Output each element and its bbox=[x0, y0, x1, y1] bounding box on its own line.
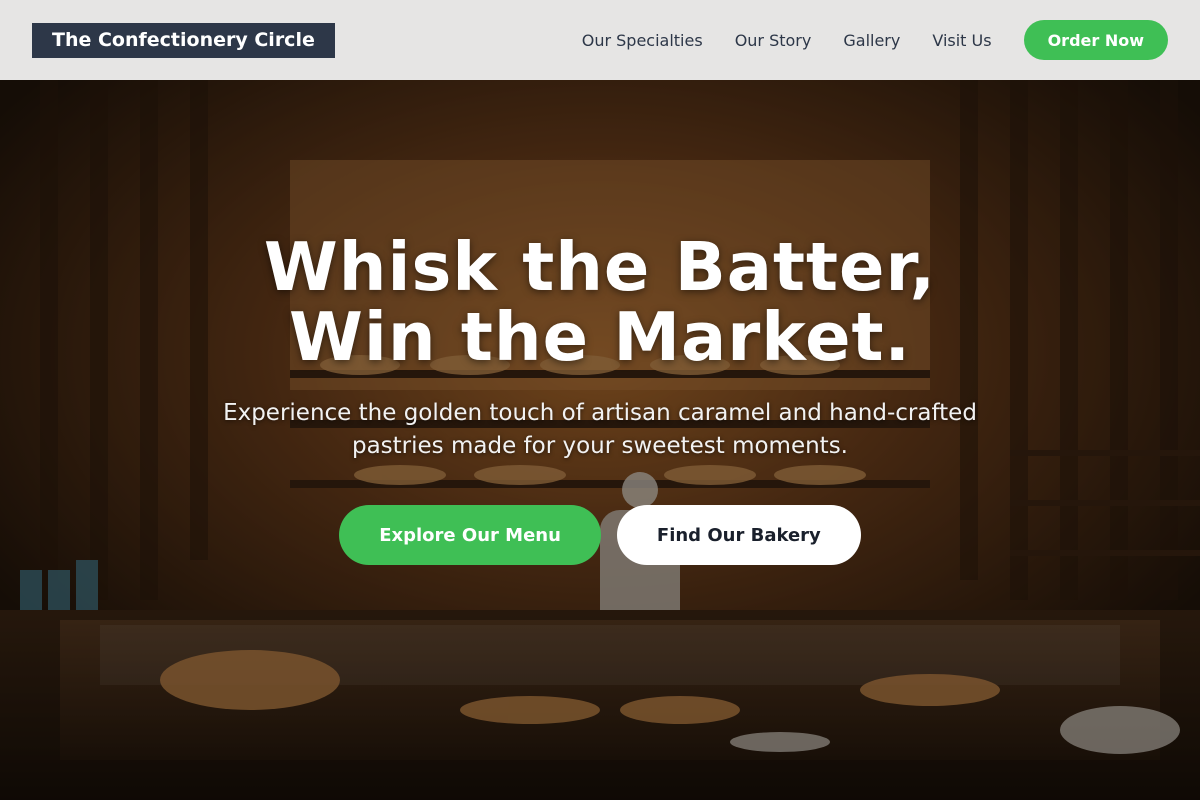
site-header: The Confectionery Circle Our Specialties… bbox=[0, 0, 1200, 80]
nav-link-visit[interactable]: Visit Us bbox=[932, 31, 991, 50]
find-bakery-button[interactable]: Find Our Bakery bbox=[616, 505, 861, 565]
hero-section: Whisk the Batter, Win the Market. Experi… bbox=[0, 80, 1200, 800]
nav-link-specialties[interactable]: Our Specialties bbox=[582, 31, 703, 50]
order-now-button[interactable]: Order Now bbox=[1023, 20, 1168, 60]
nav-link-story[interactable]: Our Story bbox=[735, 31, 812, 50]
headline-line-2: Win the Market. bbox=[289, 298, 911, 376]
nav-link-gallery[interactable]: Gallery bbox=[843, 31, 900, 50]
headline-line-1: Whisk the Batter, bbox=[263, 228, 937, 306]
hero-cta-row: Explore Our Menu Find Our Bakery bbox=[339, 505, 861, 565]
explore-menu-button[interactable]: Explore Our Menu bbox=[339, 505, 601, 565]
hero-subtitle: Experience the golden touch of artisan c… bbox=[223, 400, 977, 459]
main-nav: Our Specialties Our Story Gallery Visit … bbox=[582, 20, 1168, 60]
site-logo[interactable]: The Confectionery Circle bbox=[32, 22, 335, 58]
hero-content: Whisk the Batter, Win the Market. Experi… bbox=[0, 80, 1200, 800]
hero-headline: Whisk the Batter, Win the Market. bbox=[264, 232, 936, 372]
